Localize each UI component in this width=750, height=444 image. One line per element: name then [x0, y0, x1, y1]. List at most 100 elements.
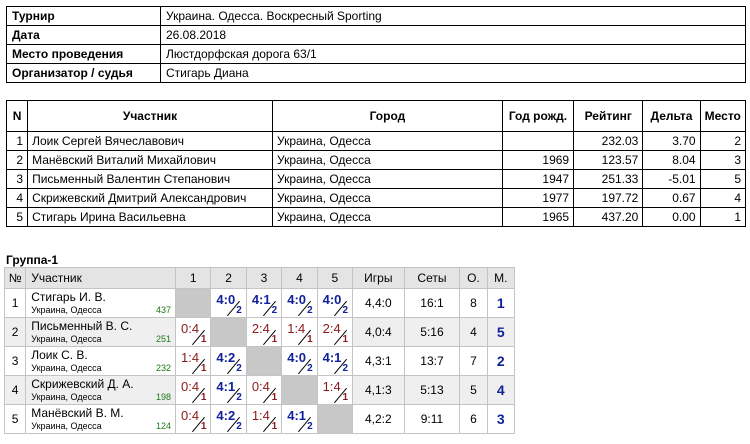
games-stat: 4,2:2	[352, 404, 405, 434]
match-result: 1:4 1	[174, 346, 212, 376]
grid-header: 1	[174, 267, 212, 289]
match-score: 2:4	[251, 321, 270, 336]
row-number: 5	[3, 404, 27, 434]
match-points: 1	[342, 392, 349, 403]
match-points: 2	[236, 421, 242, 432]
table-cell: 3	[699, 150, 747, 170]
sets-stat: 5:16	[403, 317, 461, 347]
sets-stat: 16:1	[403, 288, 461, 318]
grid-header: 5	[316, 267, 354, 289]
match-score: 1:4	[251, 408, 270, 423]
table-cell: Украина, Одесса	[271, 188, 503, 208]
table-cell: 1	[5, 131, 29, 151]
grid-header: 2	[210, 267, 247, 289]
match-result: 1:4 1	[316, 375, 354, 405]
player-cell: Манёвский В. М. Украина, Одесса 124	[25, 404, 176, 434]
info-value: 26.08.2018	[160, 25, 746, 45]
table-cell: 3	[5, 169, 29, 189]
games-stat: 4,1:3	[352, 375, 405, 405]
player-rating: 251	[155, 334, 171, 344]
self-cell	[245, 346, 283, 376]
match-points: 1	[200, 392, 207, 403]
match-result: 4:0 2	[316, 288, 354, 318]
table-cell: Украина, Одесса	[271, 150, 503, 170]
table-cell: Письменный Валентин Степанович	[27, 169, 273, 189]
table-cell: Стигарь Ирина Васильевна	[27, 207, 273, 227]
player-name: Лоик С. В.	[31, 348, 88, 362]
match-points: 1	[200, 421, 207, 432]
table-cell: Скрижевский Дмитрий Александрович	[27, 188, 273, 208]
player-name: Стигарь И. В.	[31, 290, 106, 304]
table-cell: 1977	[501, 188, 575, 208]
table-cell: 1969	[501, 150, 575, 170]
match-score: 0:4	[251, 379, 270, 394]
match-result: 4:2 2	[210, 346, 247, 376]
match-result: 4:1 2	[281, 404, 318, 434]
match-points: 2	[236, 363, 242, 374]
match-points: 2	[307, 421, 313, 432]
table-cell: 3.70	[642, 131, 701, 151]
player-cell: Лоик С. В. Украина, Одесса 232	[25, 346, 176, 376]
games-stat: 4,0:4	[352, 317, 405, 347]
match-score: 4:0	[287, 292, 307, 307]
place-stat: 4	[486, 375, 516, 405]
group-row: 5 Манёвский В. М. Украина, Одесса 124 0:4 1 4:…	[3, 404, 516, 434]
info-row: Турнир Украина. Одесса. Воскресный Sporti…	[6, 6, 746, 26]
match-score: 1:4	[322, 379, 341, 394]
points-stat: 4	[459, 317, 488, 347]
group-title: Группа-1	[6, 253, 59, 267]
points-stat: 8	[459, 288, 488, 318]
points-stat: 7	[459, 346, 488, 376]
match-score: 0:4	[181, 379, 200, 394]
table-cell: 232.03	[573, 131, 644, 151]
match-points: 1	[200, 363, 207, 374]
info-label: Организатор / судья	[6, 63, 161, 83]
match-score: 1:4	[287, 321, 306, 336]
table-cell: 251.33	[573, 169, 644, 189]
match-result: 4:0 2	[210, 288, 247, 318]
info-label: Турнир	[6, 6, 161, 26]
match-result: 0:4 1	[174, 404, 212, 434]
column-header: N	[5, 100, 29, 132]
player-cell: Стигарь И. В. Украина, Одесса 437	[25, 288, 176, 318]
match-score: 4:1	[322, 350, 342, 365]
table-cell: 1	[699, 207, 747, 227]
match-points: 1	[307, 334, 313, 345]
player-city: Украина, Одесса	[31, 305, 102, 315]
match-result: 4:2 2	[210, 404, 247, 434]
match-points: 2	[271, 305, 278, 316]
group-results-table: № Участник 1 2 3 4 5 Игры Сеты О. М. 1 Стигарь И. В…	[3, 267, 516, 434]
player-cell: Скрижевский Д. А. Украина, Одесса 198	[25, 375, 176, 405]
group-row: 3 Лоик С. В. Украина, Одесса 232 1:4 1 4:2 2 4:0…	[3, 346, 516, 376]
player-city: Украина, Одесса	[31, 363, 102, 373]
match-points: 2	[236, 305, 242, 316]
group-row: 1 Стигарь И. В. Украина, Одесса 437 4:0 2 4:1 2…	[3, 288, 516, 318]
table-cell: Украина, Одесса	[271, 169, 503, 189]
games-stat: 4,3:1	[352, 346, 405, 376]
table-cell: 123.57	[573, 150, 644, 170]
table-cell: 5	[699, 169, 747, 189]
match-score: 4:0	[216, 292, 236, 307]
match-points: 2	[236, 392, 242, 403]
tournament-info-table: Турнир Украина. Одесса. Воскресный Sporti…	[6, 6, 746, 83]
table-cell: 8.04	[642, 150, 701, 170]
info-value: Украина. Одесса. Воскресный Sporting	[160, 6, 746, 26]
grid-header: О.	[459, 267, 488, 289]
table-cell: Украина, Одесса	[271, 207, 503, 227]
grid-header: М.	[486, 267, 516, 289]
group-row: 2 Письменный В. С. Украина, Одесса 251 0:4 1 2…	[3, 317, 516, 347]
column-header: Место	[699, 100, 747, 132]
match-score: 4:1	[216, 379, 236, 394]
games-stat: 4,4:0	[352, 288, 405, 318]
match-points: 1	[271, 421, 278, 432]
table-row: 4 Скрижевский Дмитрий Александрович Украин…	[5, 188, 747, 208]
column-header: Дельта	[642, 100, 701, 132]
match-score: 4:2	[216, 408, 236, 423]
player-name: Манёвский В. М.	[31, 406, 124, 420]
match-result: 0:4 1	[245, 375, 283, 405]
grid-header: Участник	[25, 267, 176, 289]
table-cell: 2	[5, 150, 29, 170]
table-cell: 2	[699, 131, 747, 151]
player-rating: 232	[155, 363, 171, 373]
match-score: 4:0	[287, 350, 307, 365]
